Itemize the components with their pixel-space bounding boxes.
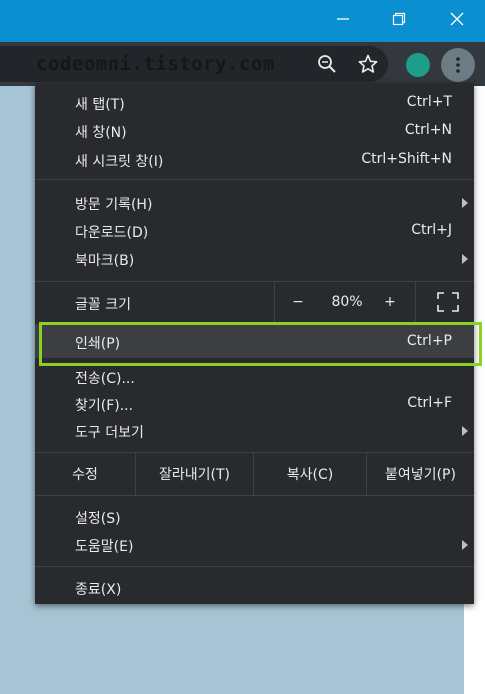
menu-item-downloads[interactable]: 다운로드(D) Ctrl+J	[35, 217, 474, 245]
menu-item-help[interactable]: 도움말(E)	[35, 531, 474, 559]
menu-item-label: 다운로드(D)	[75, 225, 149, 241]
menu-button[interactable]	[441, 48, 475, 82]
menu-item-label: 전송(C)...	[75, 371, 135, 387]
star-icon	[358, 54, 378, 73]
zoom-divider	[415, 282, 416, 324]
menu-separator	[35, 495, 474, 496]
menu-item-label: 설정(S)	[75, 511, 121, 527]
menu-item-shortcut: Ctrl+Shift+N	[361, 151, 452, 167]
zoom-row: 글꼴 크기 − 80% +	[35, 282, 474, 324]
menu-item-label: 새 창(N)	[75, 125, 127, 141]
zoom-label: 글꼴 크기	[75, 297, 131, 313]
menu-item-new-tab[interactable]: 새 탭(T) Ctrl+T	[35, 89, 474, 117]
close-icon	[450, 12, 464, 26]
menu-item-label: 새 시크릿 창(I)	[75, 154, 164, 170]
zoom-divider	[274, 282, 275, 324]
menu-item-shortcut: Ctrl+J	[411, 222, 452, 238]
menu-item-shortcut: Ctrl+F	[407, 395, 452, 411]
bookmark-star-button[interactable]	[354, 50, 382, 78]
menu-item-label: 새 탭(T)	[75, 97, 125, 113]
submenu-arrow-icon	[462, 254, 468, 264]
menu-item-label: 도움말(E)	[75, 539, 134, 555]
restore-button[interactable]	[376, 0, 422, 38]
close-window-button[interactable]	[434, 0, 480, 38]
menu-item-more-tools[interactable]: 도구 더보기	[35, 417, 474, 445]
zoom-level: 80%	[331, 294, 363, 310]
edit-row: 수정 잘라내기(T) 복사(C) 붙여넣기(P)	[35, 453, 474, 495]
edit-label: 수정	[72, 467, 98, 483]
menu-item-label: 종료(X)	[75, 582, 122, 598]
menu-item-cast[interactable]: 전송(C)...	[35, 363, 474, 391]
profile-avatar[interactable]	[406, 53, 430, 77]
menu-item-settings[interactable]: 설정(S)	[35, 503, 474, 531]
zoom-out-button[interactable]: −	[287, 294, 309, 310]
minimize-icon	[337, 18, 349, 20]
menu-separator	[35, 566, 474, 567]
watermark: codeomni.tistory.com	[36, 53, 275, 75]
three-dot-menu-icon	[456, 57, 460, 73]
fullscreen-icon	[437, 292, 459, 312]
restore-icon	[392, 12, 406, 26]
menu-item-label: 북마크(B)	[75, 253, 135, 269]
menu-item-label: 찾기(F)...	[75, 398, 134, 414]
menu-item-shortcut: Ctrl+T	[406, 94, 452, 110]
menu-item-find[interactable]: 찾기(F)... Ctrl+F	[35, 390, 474, 418]
menu-separator	[35, 179, 474, 180]
zoom-icon	[318, 55, 336, 73]
submenu-arrow-icon	[462, 426, 468, 436]
submenu-arrow-icon	[462, 540, 468, 550]
menu-item-bookmarks[interactable]: 북마크(B)	[35, 245, 474, 273]
menu-item-history[interactable]: 방문 기록(H)	[35, 189, 474, 217]
menu-item-incognito[interactable]: 새 시크릿 창(I) Ctrl+Shift+N	[35, 146, 474, 174]
highlight-box	[39, 322, 482, 366]
menu-item-exit[interactable]: 종료(X)	[35, 574, 474, 602]
zoom-button[interactable]	[313, 50, 341, 78]
paste-button[interactable]: 붙여넣기(P)	[367, 453, 474, 495]
menu-item-new-window[interactable]: 새 창(N) Ctrl+N	[35, 117, 474, 145]
copy-button[interactable]: 복사(C)	[254, 453, 366, 495]
zoom-in-button[interactable]: +	[379, 294, 401, 310]
menu-item-shortcut: Ctrl+N	[404, 122, 452, 138]
minimize-button[interactable]	[320, 0, 366, 38]
fullscreen-button[interactable]	[437, 292, 459, 316]
submenu-arrow-icon	[462, 198, 468, 208]
menu-item-label: 도구 더보기	[75, 425, 144, 441]
cut-button[interactable]: 잘라내기(T)	[136, 453, 253, 495]
menu-item-label: 방문 기록(H)	[75, 197, 153, 213]
